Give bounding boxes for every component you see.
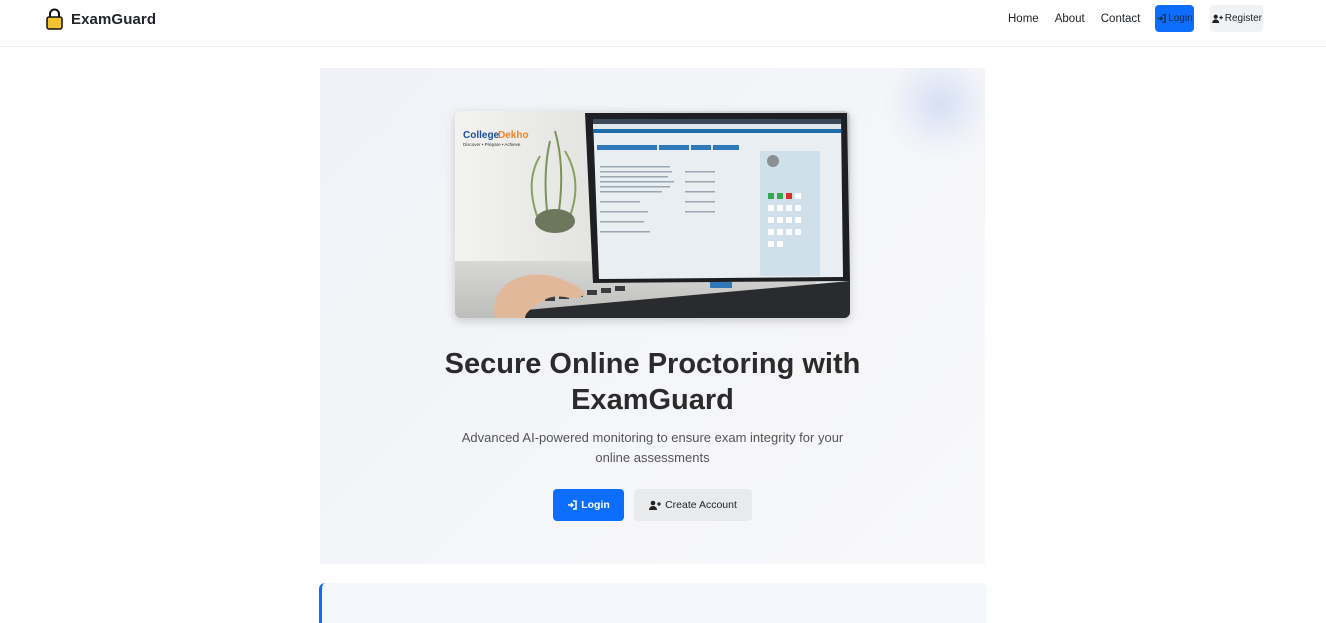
feature-card [319,583,987,623]
hero-image: College Dekho Discover • Prepare • Achie… [455,111,850,318]
nav-login-button[interactable]: Login [1155,5,1195,32]
hero-login-label: Login [581,499,610,511]
hero-title-line1: Secure Online Proctoring with [444,348,861,380]
sign-in-icon [1158,14,1166,23]
brand-name: ExamGuard [71,10,157,28]
lock-icon [46,8,63,30]
hero-subtitle: Advanced AI-powered monitoring to ensure… [452,428,853,468]
hero-login-button[interactable]: Login [553,489,624,521]
hero-subtitle-line1: Advanced AI-powered monitoring to ensure… [461,430,844,445]
hero-title: Secure Online Proctoring with ExamGuard [320,346,985,418]
nav-login-label: Login [1168,13,1193,24]
sign-in-icon [568,500,577,510]
navbar: ExamGuard Home About Contact Login Regis… [0,0,1326,47]
svg-text:College: College [463,130,500,141]
brand-link[interactable]: ExamGuard [46,8,156,30]
user-plus-icon [1211,14,1223,23]
nav-register-button[interactable]: Register [1210,5,1264,32]
hero-subtitle-line2: online assessments [595,450,710,465]
nav-contact-link[interactable]: Contact [1101,13,1141,25]
nav-home-link[interactable]: Home [1008,13,1039,25]
nav-about-link[interactable]: About [1055,13,1085,25]
hero-decorative-glow [885,68,985,158]
hero-title-line2: ExamGuard [571,384,734,416]
nav-menu: Home About Contact Login Register [1000,5,1264,32]
svg-text:Dekho: Dekho [498,130,529,141]
nav-register-label: Register [1224,13,1263,24]
hero-section: College Dekho Discover • Prepare • Achie… [320,68,985,564]
laptop-exam-illustration: College Dekho Discover • Prepare • Achie… [455,111,850,318]
user-plus-icon [649,500,662,510]
svg-text:Discover • Prepare • Achieve: Discover • Prepare • Achieve [463,142,521,147]
create-account-button[interactable]: Create Account [634,489,752,521]
create-account-label: Create Account [665,499,737,511]
